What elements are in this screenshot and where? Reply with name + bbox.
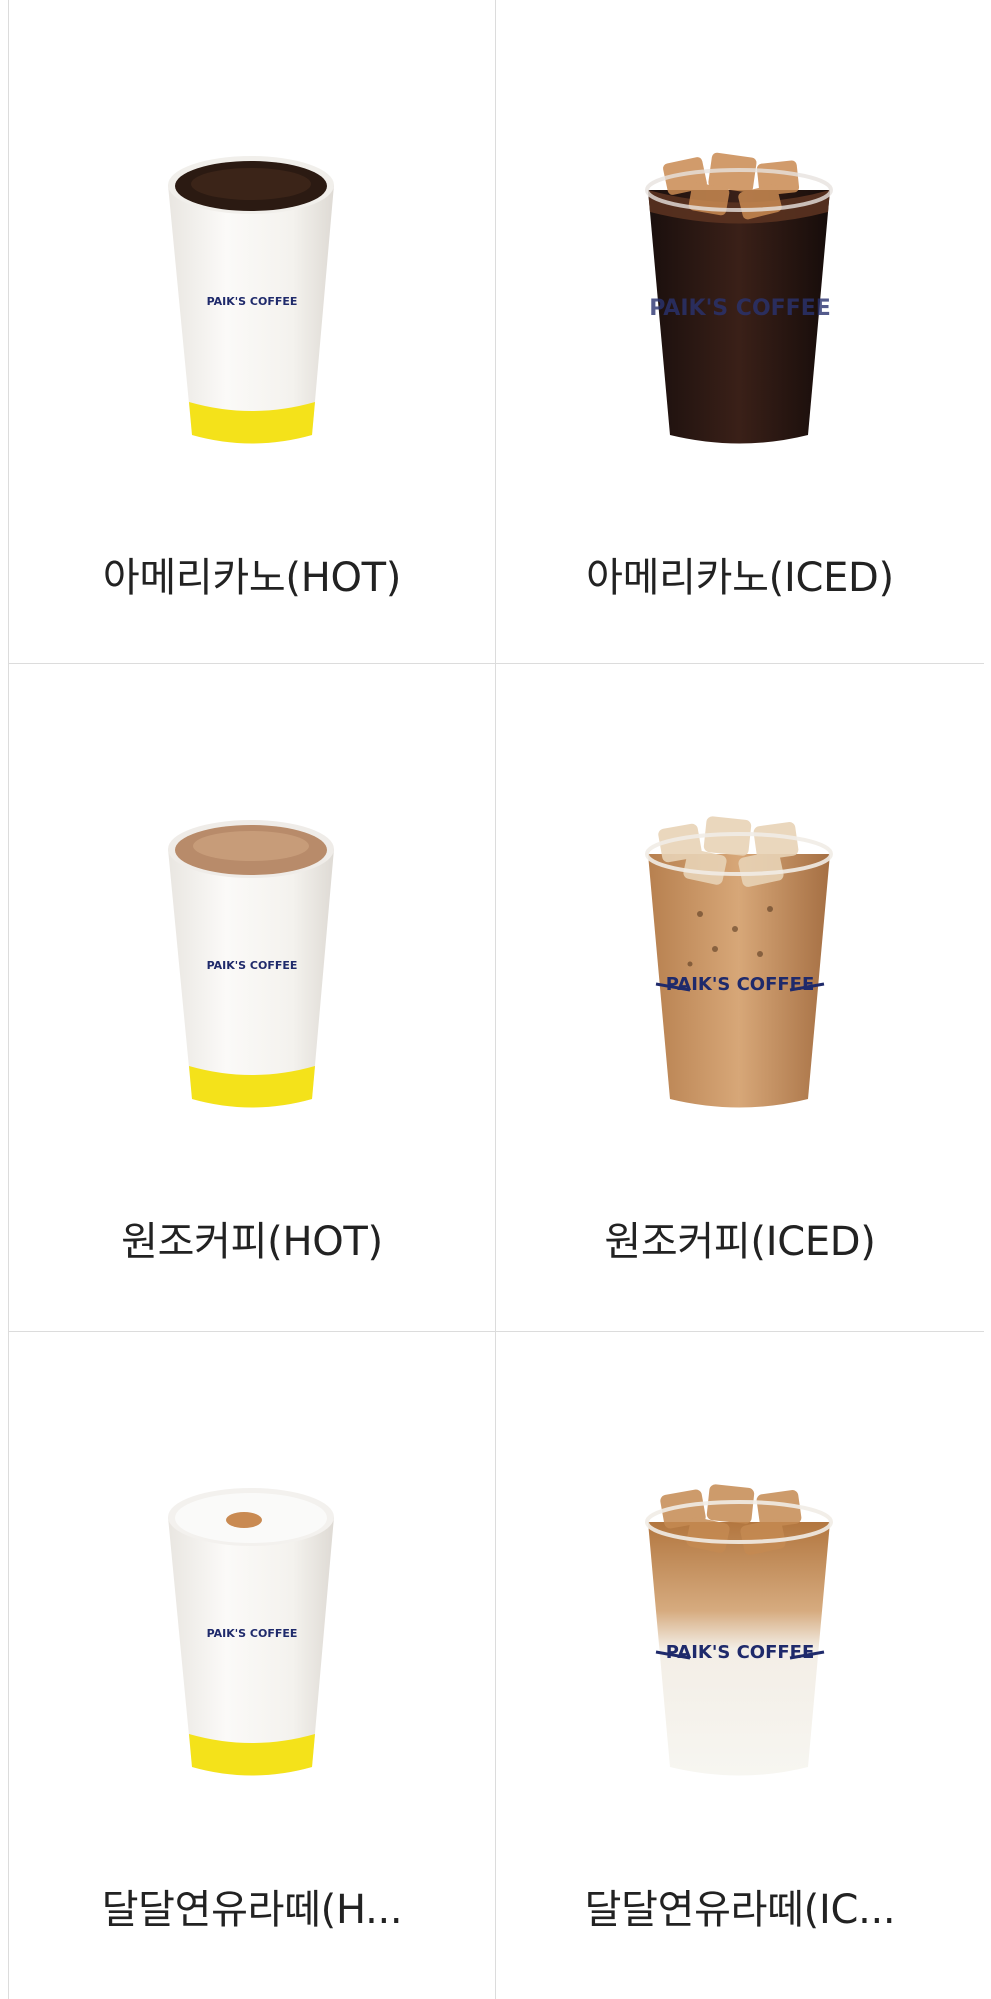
svg-text:PAIK'S COFFEE: PAIK'S COFFEE [207,295,298,308]
hot-cup-americano-icon: PAIK'S COFFEE [9,140,495,460]
menu-item-name: 원조커피(HOT) [121,1219,383,1265]
menu-item-original-coffee-iced[interactable]: PAIK'S COFFEE 원조커피(ICED) [496,664,984,1332]
menu-item-name: 달달연유라떼(H... [101,1887,403,1933]
menu-item-condensed-milk-latte-iced[interactable]: PAIK'S COFFEE 달달연유라떼(IC... [496,1332,984,1999]
iced-cup-americano-icon: PAIK'S COFFEE [496,140,984,460]
iced-cup-condensed-milk-latte-icon: PAIK'S COFFEE [496,1472,984,1792]
svg-text:PAIK'S COFFEE: PAIK'S COFFEE [666,974,815,995]
menu-item-name: 달달연유라떼(IC... [584,1887,896,1933]
iced-cup-original-coffee-icon: PAIK'S COFFEE [496,804,984,1124]
svg-text:PAIK'S COFFEE: PAIK'S COFFEE [207,959,298,972]
menu-item-name: 아메리카노(HOT) [102,555,402,601]
menu-item-name: 아메리카노(ICED) [586,555,894,601]
svg-text:PAIK'S COFFEE: PAIK'S COFFEE [207,1627,298,1640]
svg-text:PAIK'S COFFEE: PAIK'S COFFEE [666,1642,815,1663]
svg-text:PAIK'S COFFEE: PAIK'S COFFEE [649,296,831,321]
menu-item-condensed-milk-latte-hot[interactable]: PAIK'S COFFEE 달달연유라떼(H... [9,1332,496,1999]
menu-item-americano-hot[interactable]: PAIK'S COFFEE 아메리카노(HOT) [9,0,496,664]
hot-cup-condensed-milk-latte-icon: PAIK'S COFFEE [9,1472,495,1792]
menu-item-americano-iced[interactable]: PAIK'S COFFEE 아메리카노(ICED) [496,0,984,664]
menu-grid: PAIK'S COFFEE 아메리카노(HOT) PAIK'S COFFEE 아… [8,0,984,1999]
menu-item-original-coffee-hot[interactable]: PAIK'S COFFEE 원조커피(HOT) [9,664,496,1332]
menu-item-name: 원조커피(ICED) [604,1219,876,1265]
hot-cup-original-coffee-icon: PAIK'S COFFEE [9,804,495,1124]
